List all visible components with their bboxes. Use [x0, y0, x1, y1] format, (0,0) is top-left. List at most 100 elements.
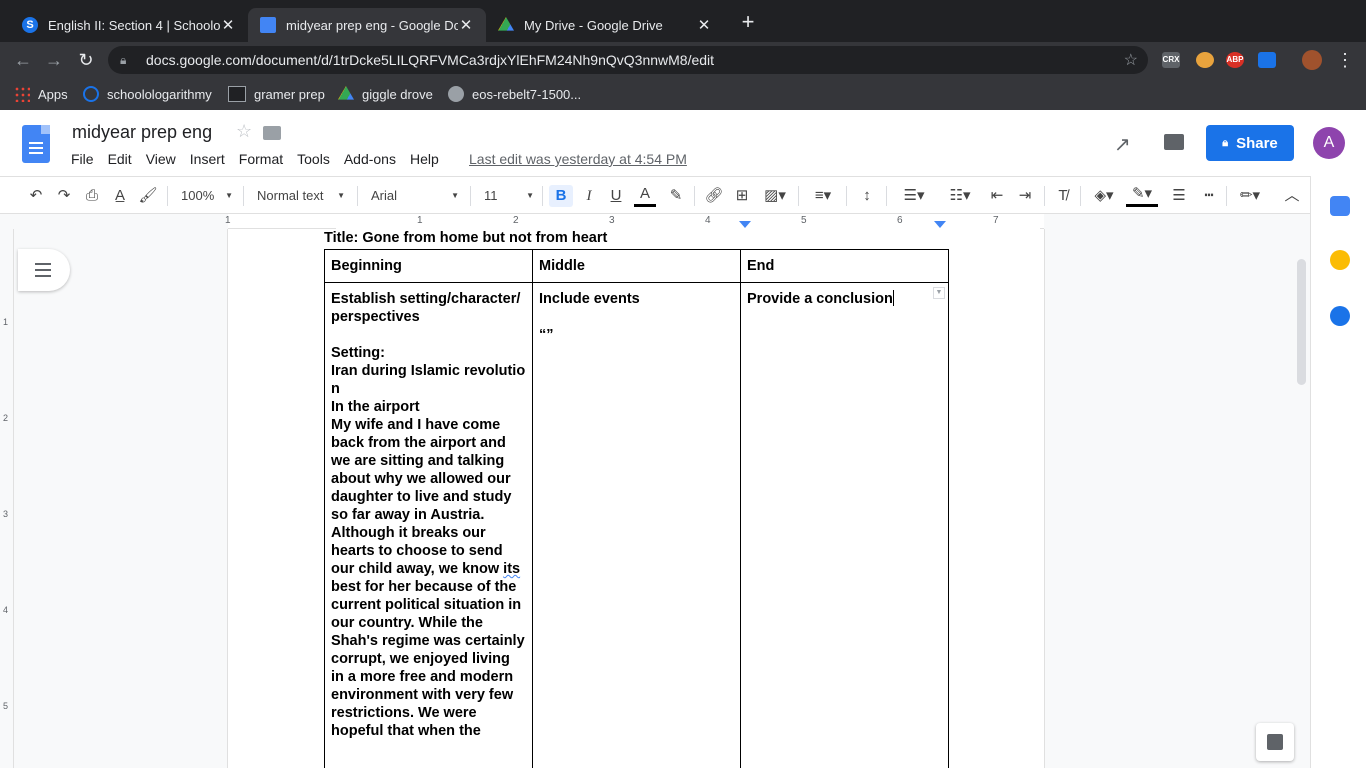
menu-kebab-icon[interactable]: ⋮: [1334, 49, 1356, 71]
font-size-select[interactable]: 11 ▼: [484, 185, 534, 207]
cloud-extension-icon[interactable]: [1258, 52, 1276, 68]
tab-title: midyear prep eng - Google Doc: [286, 17, 458, 33]
add-comment-icon[interactable]: ⊞: [732, 185, 752, 207]
bookmark-star-icon[interactable]: ☆: [1124, 50, 1138, 70]
bookmark-apps[interactable]: Apps: [14, 86, 68, 102]
bookmark-giggle-drove[interactable]: giggle drove: [338, 86, 433, 102]
text-color-icon[interactable]: A: [634, 185, 656, 207]
menu-addons[interactable]: Add-ons: [344, 151, 396, 167]
highlight-icon[interactable]: ✎: [666, 185, 686, 207]
horizontal-ruler[interactable]: 1 1 2 3 4 5 6 7: [0, 214, 1310, 229]
menu-edit[interactable]: Edit: [108, 151, 132, 167]
menu-bar: File Edit View Insert Format Tools Add-o…: [71, 151, 453, 167]
bulleted-list-icon[interactable]: ☷▾: [942, 185, 978, 207]
url-text: docs.google.com/document/d/1trDcke5LILQR…: [146, 52, 715, 68]
tab-docs[interactable]: midyear prep eng - Google Doc ✕: [248, 8, 486, 42]
reload-icon[interactable]: ↻: [75, 49, 97, 71]
menu-format[interactable]: Format: [239, 151, 283, 167]
star-icon[interactable]: ☆: [236, 121, 252, 142]
document-outline-button[interactable]: [18, 249, 70, 291]
clear-formatting-icon[interactable]: T̸: [1052, 185, 1074, 207]
bookmark-eos[interactable]: eos-rebelt7-1500...: [448, 86, 581, 102]
spellcheck-icon[interactable]: A̲: [110, 185, 130, 207]
cell-middle[interactable]: Include events “”: [532, 282, 741, 768]
keep-icon[interactable]: [1330, 250, 1350, 270]
border-color-icon[interactable]: ✎▾: [1126, 185, 1158, 207]
folder-icon[interactable]: [263, 126, 281, 140]
profile-avatar-icon[interactable]: [1302, 50, 1322, 70]
forward-icon[interactable]: →: [43, 49, 65, 71]
docs-logo-icon[interactable]: [22, 125, 50, 163]
activity-trend-icon[interactable]: ↗: [1114, 132, 1131, 157]
right-indent-marker[interactable]: [934, 221, 946, 228]
collapse-toolbar-icon[interactable]: ︿: [1282, 185, 1302, 207]
header-end[interactable]: End: [740, 249, 949, 283]
increase-indent-icon[interactable]: ⇥: [1014, 185, 1036, 207]
underline-icon[interactable]: U: [606, 185, 626, 207]
close-icon[interactable]: ✕: [458, 16, 474, 34]
zoom-select[interactable]: 100% ▼: [181, 185, 233, 207]
story-table[interactable]: Beginning Middle End Establish setting/c…: [324, 249, 949, 768]
bold-icon[interactable]: B: [549, 185, 573, 207]
border-dash-icon[interactable]: ┅: [1198, 185, 1220, 207]
bookmark-gramer-prep[interactable]: gramer prep: [228, 86, 325, 102]
spelling-suggestion[interactable]: its: [503, 561, 520, 577]
header-beginning[interactable]: Beginning: [324, 249, 533, 283]
table-header-row: Beginning Middle End: [324, 249, 949, 283]
insert-image-icon[interactable]: ▨▾: [760, 185, 790, 207]
cell-background-icon[interactable]: ◈▾: [1088, 185, 1120, 207]
toolbar-divider: [1080, 186, 1081, 206]
align-icon[interactable]: ≡▾: [808, 185, 838, 207]
editing-mode-icon[interactable]: ✏▾: [1234, 185, 1266, 207]
menu-help[interactable]: Help: [410, 151, 439, 167]
vertical-ruler: 1 2 3 4 5: [0, 229, 14, 768]
menu-tools[interactable]: Tools: [297, 151, 330, 167]
last-edit-link[interactable]: Last edit was yesterday at 4:54 PM: [469, 151, 687, 167]
print-icon[interactable]: ⎙: [82, 185, 102, 207]
tab-drive[interactable]: My Drive - Google Drive ✕: [486, 8, 724, 42]
cell-end[interactable]: Provide a conclusion ▼: [740, 282, 949, 768]
body-text: best for her because of the current poli…: [331, 579, 525, 739]
cell-menu-chevron-icon[interactable]: ▼: [933, 287, 945, 299]
line-spacing-icon[interactable]: ↕: [856, 185, 878, 207]
toolbar-divider: [1044, 186, 1045, 206]
explore-button[interactable]: [1256, 723, 1294, 761]
border-width-icon[interactable]: ☰: [1168, 185, 1190, 207]
header-middle[interactable]: Middle: [532, 249, 741, 283]
decrease-indent-icon[interactable]: ⇤: [986, 185, 1008, 207]
avatar[interactable]: A: [1313, 127, 1345, 159]
link-icon[interactable]: 🔗︎: [703, 185, 725, 207]
undo-icon[interactable]: ↶: [26, 185, 46, 207]
new-tab-button[interactable]: +: [737, 11, 759, 34]
close-icon[interactable]: ✕: [220, 16, 236, 34]
crx-extension-icon[interactable]: CRX: [1162, 52, 1180, 68]
share-button[interactable]: 🔒︎ Share: [1206, 125, 1294, 161]
close-icon[interactable]: ✕: [696, 16, 712, 34]
docs-header: midyear prep eng ☆ File Edit View Insert…: [0, 110, 1366, 176]
tab-schoology[interactable]: S English II: Section 4 | Schoolog ✕: [10, 8, 248, 42]
indent-marker[interactable]: [739, 221, 751, 228]
owl-extension-icon[interactable]: [1196, 52, 1214, 68]
comment-icon[interactable]: [1164, 134, 1184, 150]
numbered-list-icon[interactable]: ☰▾: [896, 185, 932, 207]
tasks-icon[interactable]: [1330, 306, 1350, 326]
document-title[interactable]: midyear prep eng: [72, 122, 212, 143]
menu-file[interactable]: File: [71, 151, 94, 167]
menu-insert[interactable]: Insert: [190, 151, 225, 167]
text-cursor: [892, 290, 894, 306]
vertical-scrollbar[interactable]: [1297, 259, 1306, 385]
calendar-icon[interactable]: [1330, 196, 1350, 216]
style-select[interactable]: Normal text ▼: [257, 185, 345, 207]
paint-format-icon[interactable]: 🖌︎: [138, 185, 158, 207]
menu-view[interactable]: View: [146, 151, 176, 167]
cell-beginning[interactable]: Establish setting/character/perspectives…: [324, 282, 533, 768]
drive-icon: [498, 17, 514, 31]
document-page[interactable]: Title: Gone from home but not from heart…: [228, 229, 1044, 768]
italic-icon[interactable]: I: [579, 185, 599, 207]
adblock-extension-icon[interactable]: ABP: [1226, 52, 1244, 68]
font-select[interactable]: Arial ▼: [371, 185, 459, 207]
bookmark-schoolologarithmy[interactable]: schoolologarithmy: [83, 86, 212, 102]
redo-icon[interactable]: ↷: [54, 185, 74, 207]
address-bar[interactable]: 🔒︎ docs.google.com/document/d/1trDcke5LI…: [108, 46, 1148, 74]
back-icon[interactable]: ←: [12, 49, 34, 71]
